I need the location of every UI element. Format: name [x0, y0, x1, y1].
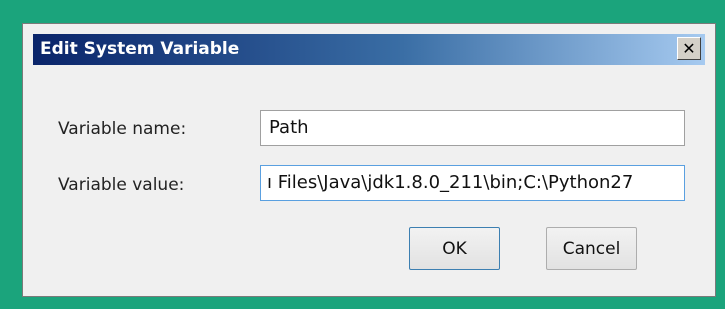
- cancel-button[interactable]: Cancel: [546, 227, 637, 270]
- variable-value-label: Variable value:: [58, 175, 185, 195]
- close-button[interactable]: ✕: [677, 37, 701, 60]
- edit-system-variable-dialog: Edit System Variable ✕ Variable name: Pa…: [22, 23, 716, 297]
- dialog-title: Edit System Variable: [40, 39, 240, 59]
- variable-value-field[interactable]: ı Files\Java\jdk1.8.0_211\bin;C:\Python2…: [260, 165, 685, 201]
- close-icon: ✕: [682, 38, 696, 58]
- ok-button[interactable]: OK: [409, 227, 500, 270]
- variable-name-label: Variable name:: [58, 119, 187, 139]
- dialog-titlebar[interactable]: Edit System Variable ✕: [33, 34, 705, 65]
- variable-name-field[interactable]: Path: [260, 110, 685, 146]
